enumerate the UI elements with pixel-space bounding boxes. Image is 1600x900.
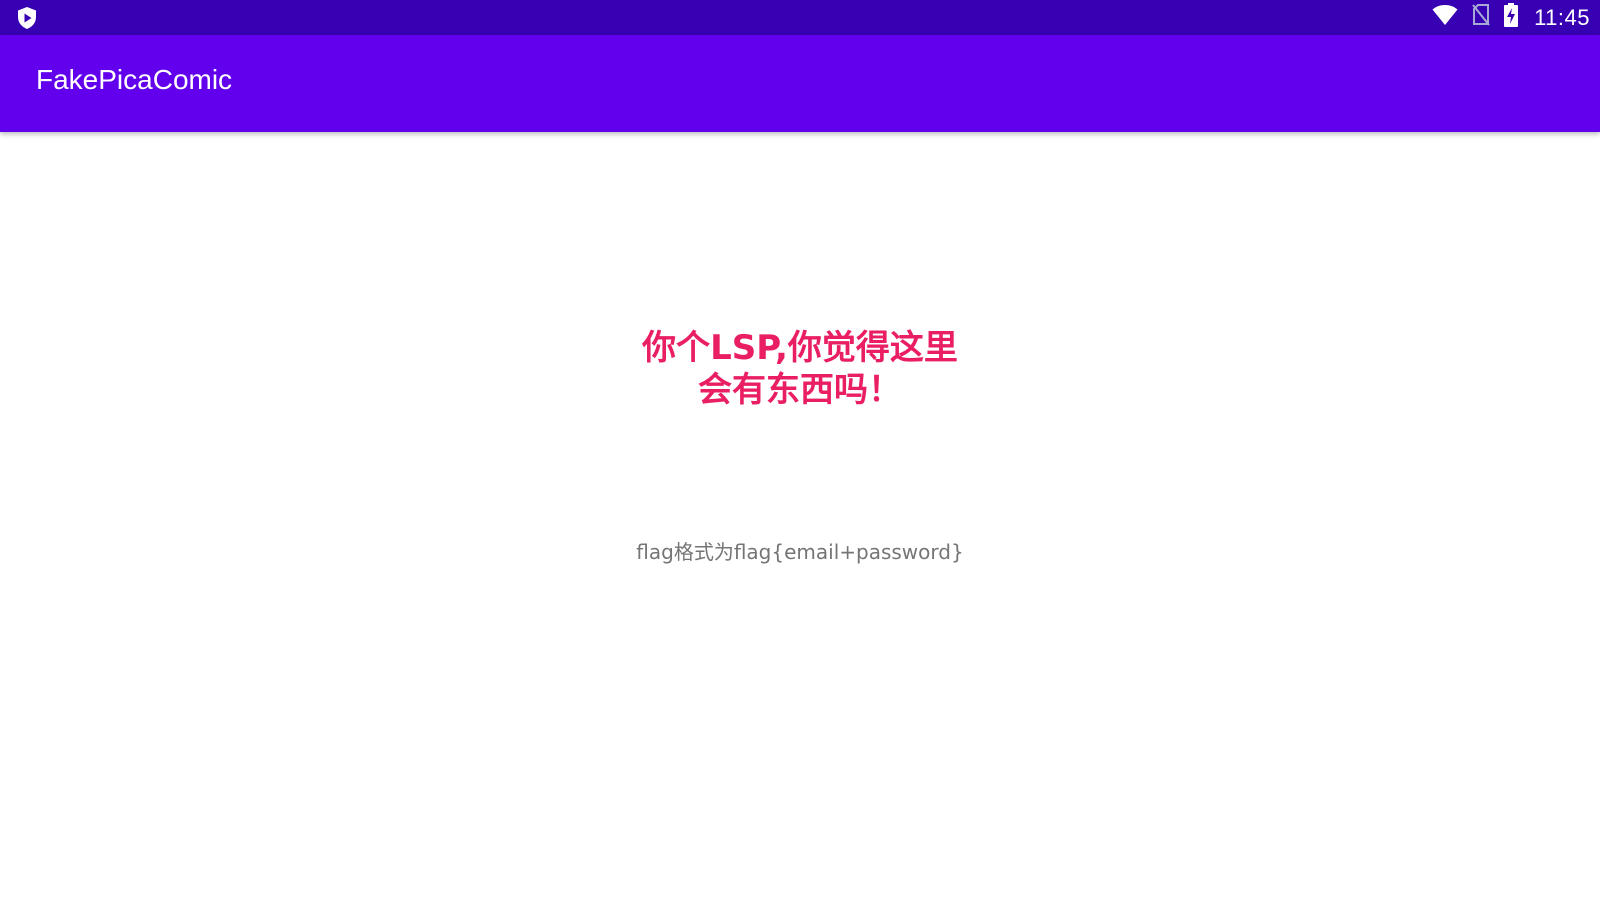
flag-format-hint: flag格式为flag{email+password} xyxy=(636,540,964,564)
headline-text: 你个LSP,你觉得这里会有东西吗！ xyxy=(642,328,958,410)
status-time: 11:45 xyxy=(1534,4,1590,30)
shield-play-icon xyxy=(15,6,39,30)
wifi-icon xyxy=(1432,4,1458,31)
no-sim-icon xyxy=(1472,4,1490,31)
main-content: 你个LSP,你觉得这里会有东西吗！ flag格式为flag{email+pass… xyxy=(0,132,1600,900)
app-title: FakePicaComic xyxy=(36,64,233,95)
status-bar: 11:45 xyxy=(0,0,1600,35)
battery-charging-icon xyxy=(1504,3,1519,32)
status-icons: 11:45 xyxy=(1432,0,1590,35)
app-bar: FakePicaComic xyxy=(0,35,1600,132)
